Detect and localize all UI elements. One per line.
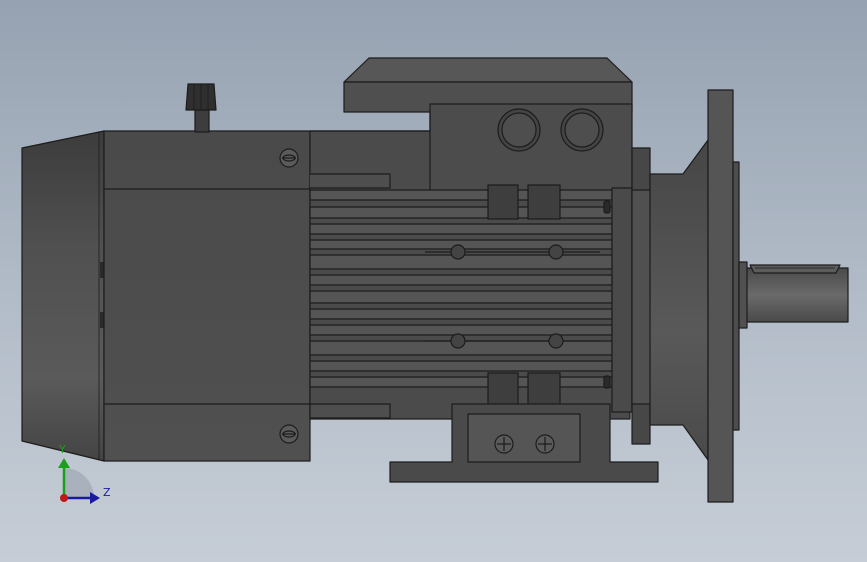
triad-y-label: Y	[59, 443, 66, 456]
coordinate-triad	[58, 458, 100, 504]
triad-y-arrow	[58, 458, 70, 468]
triad-origin	[60, 494, 68, 502]
triad-z-label: Z	[103, 486, 111, 499]
triad-arc	[64, 468, 94, 498]
cad-viewport[interactable]: Y Z	[0, 0, 867, 562]
triad-z-arrow	[90, 492, 100, 504]
